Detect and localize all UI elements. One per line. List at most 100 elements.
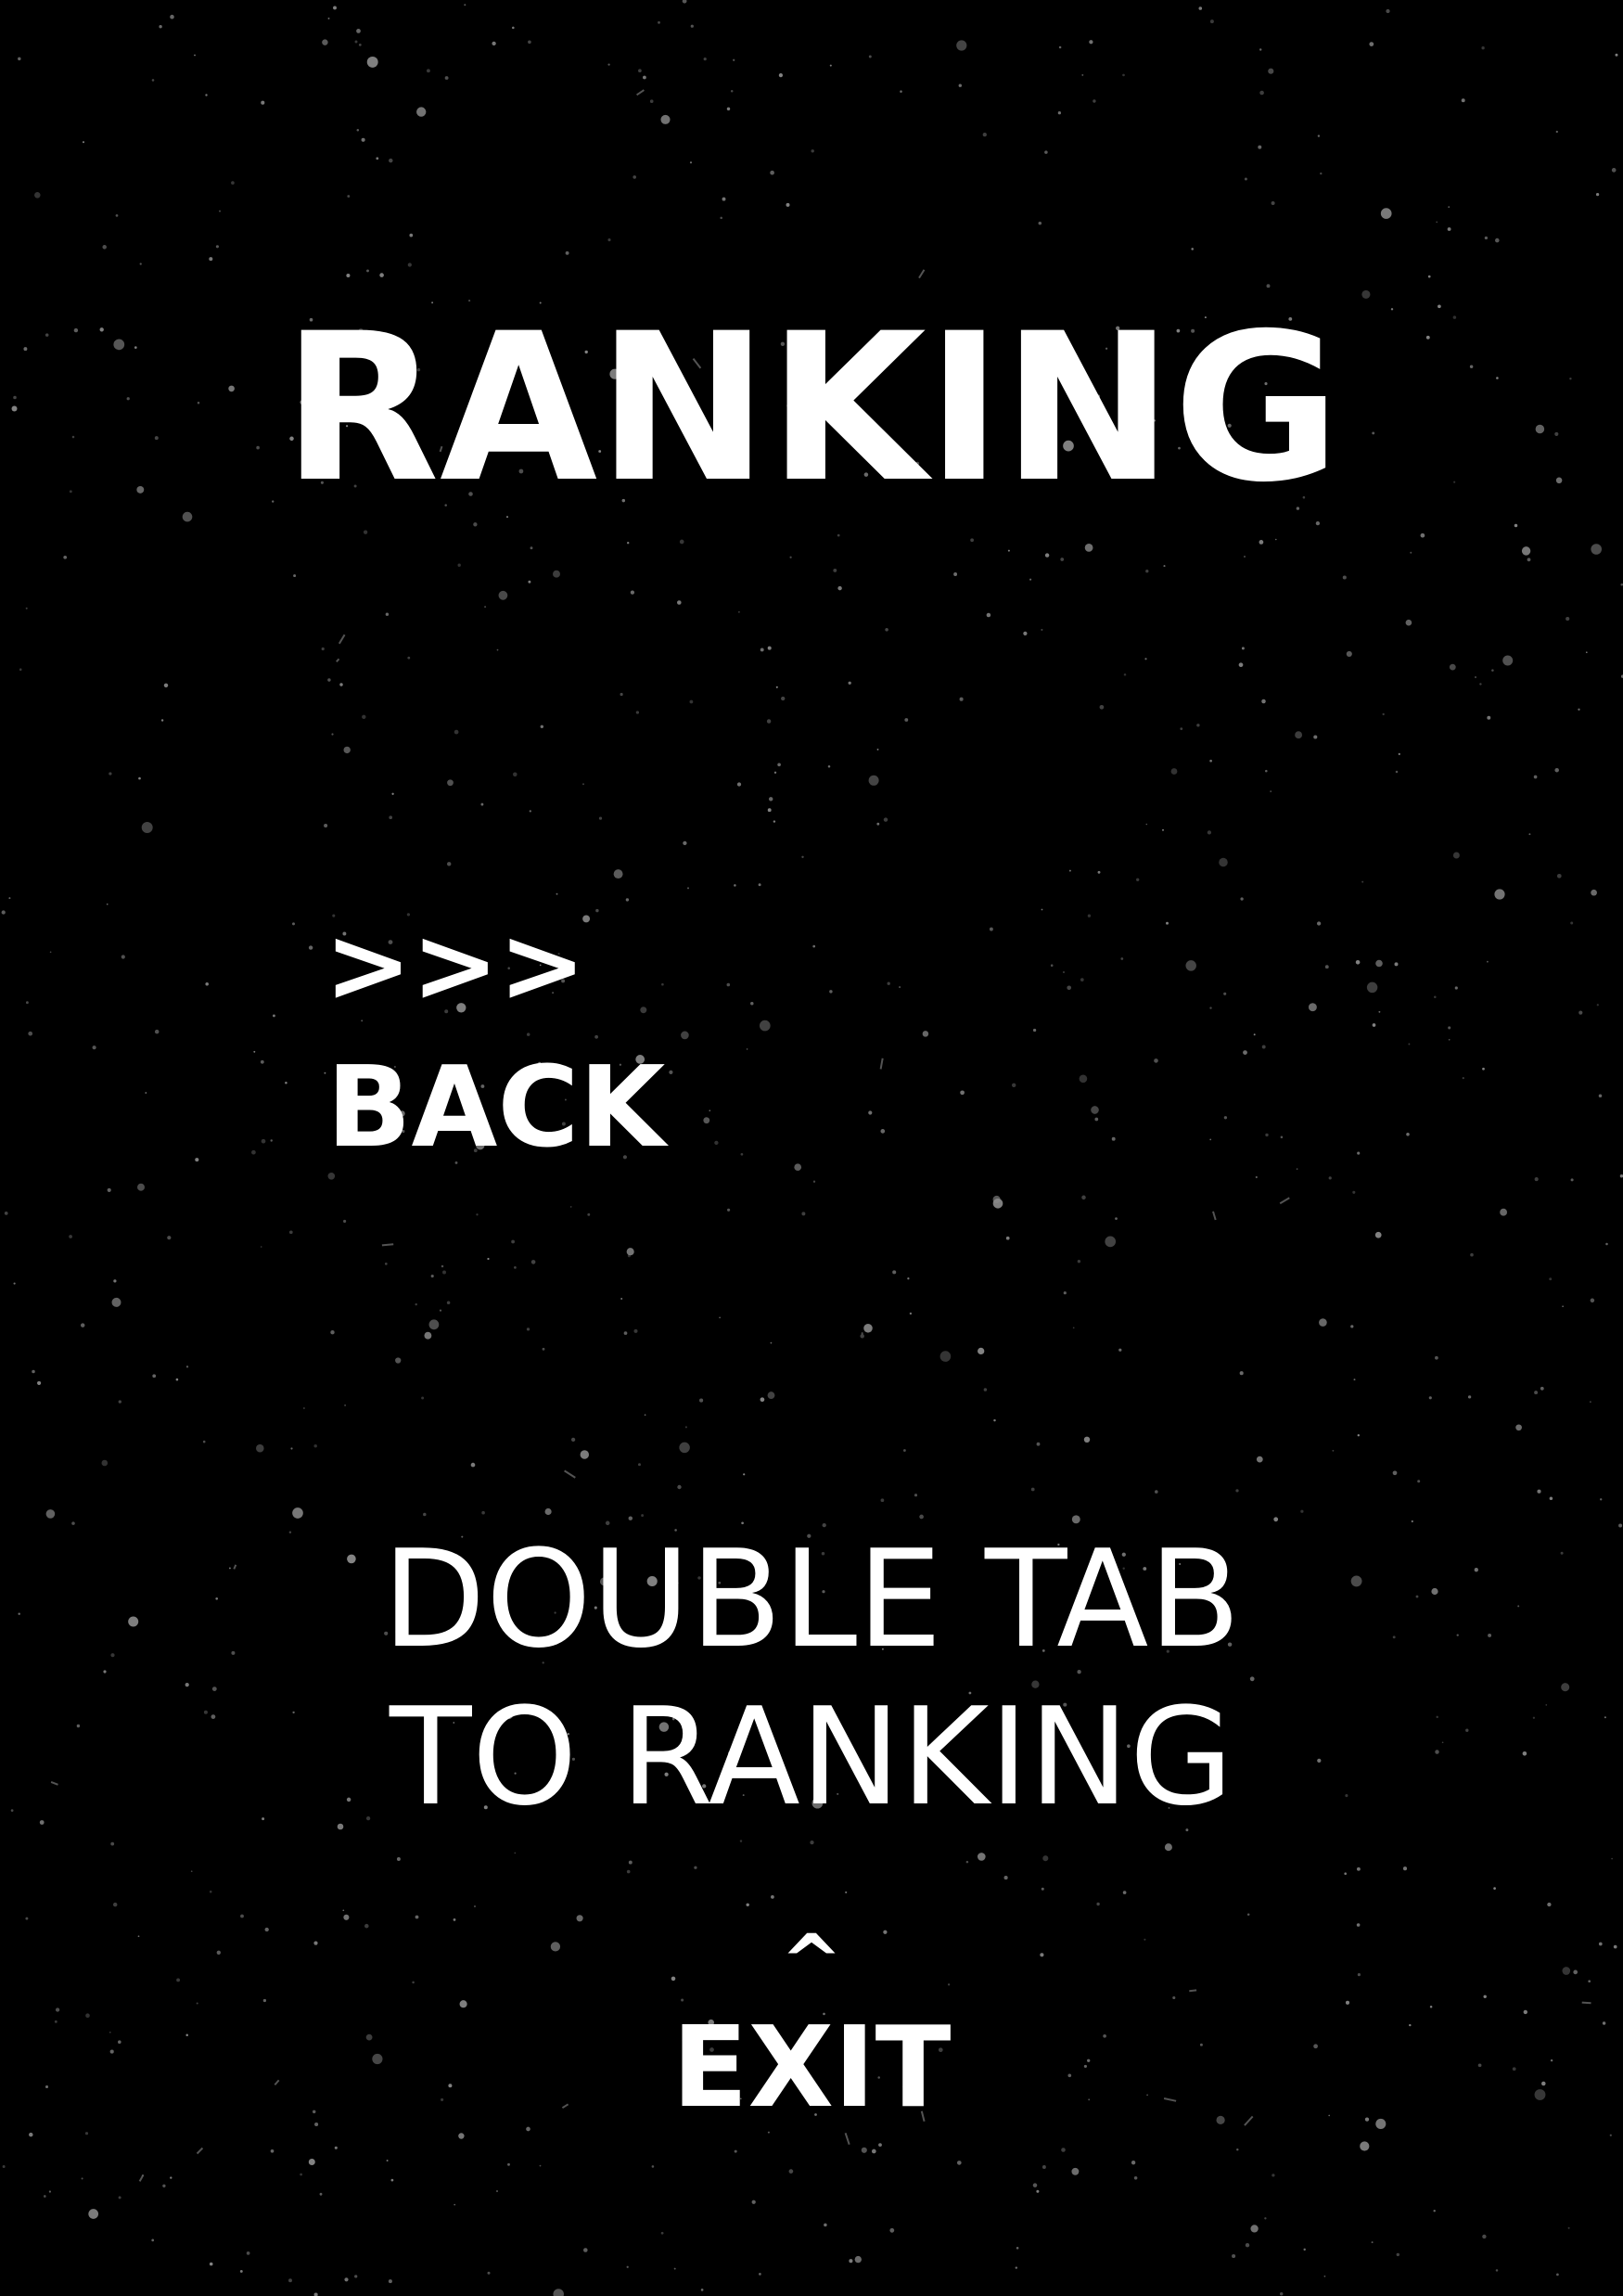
star bbox=[587, 1212, 591, 1216]
star bbox=[1111, 1136, 1116, 1141]
star bbox=[1562, 1305, 1564, 1307]
star bbox=[1300, 1509, 1304, 1513]
star bbox=[1259, 90, 1264, 96]
star bbox=[595, 908, 599, 913]
star bbox=[1600, 1498, 1603, 1501]
star bbox=[141, 822, 153, 833]
star bbox=[1540, 1386, 1544, 1391]
exit-caret-icon[interactable]: ^ bbox=[0, 1925, 1623, 1999]
star bbox=[1063, 1291, 1067, 1295]
star bbox=[703, 58, 707, 61]
ranking-hint-line-1: DOUBLE TAB bbox=[382, 1521, 1241, 1678]
star bbox=[330, 1330, 335, 1335]
star bbox=[1448, 206, 1450, 208]
star bbox=[889, 2227, 895, 2233]
back-arrows-icon[interactable]: >>> bbox=[325, 914, 586, 1018]
star bbox=[101, 1459, 109, 1467]
star bbox=[887, 981, 890, 985]
star bbox=[1030, 1487, 1035, 1492]
star bbox=[1481, 46, 1485, 50]
star bbox=[922, 1031, 929, 1037]
star bbox=[18, 57, 21, 61]
ranking-hint[interactable]: DOUBLE TAB TO RANKING bbox=[0, 1521, 1623, 1837]
star bbox=[209, 257, 213, 262]
star bbox=[43, 2195, 46, 2198]
star bbox=[689, 699, 694, 704]
star bbox=[1313, 735, 1318, 739]
star bbox=[346, 273, 351, 278]
star bbox=[1118, 1348, 1122, 1352]
game-screen[interactable]: RANKING >>> BACK DOUBLE TAB TO RANKING ^… bbox=[0, 0, 1623, 2296]
star bbox=[1402, 1866, 1408, 1871]
star bbox=[885, 628, 888, 632]
star bbox=[1123, 673, 1127, 676]
star bbox=[28, 1031, 33, 1036]
star bbox=[26, 1001, 29, 1005]
star bbox=[1554, 767, 1559, 773]
star bbox=[770, 1341, 773, 1344]
star bbox=[1494, 889, 1505, 900]
star bbox=[444, 76, 449, 80]
star bbox=[1032, 2183, 1038, 2187]
star bbox=[339, 683, 343, 686]
star bbox=[1361, 289, 1371, 299]
star bbox=[1266, 284, 1271, 289]
star bbox=[1493, 1887, 1496, 1890]
star bbox=[860, 1334, 864, 1339]
star bbox=[290, 1447, 293, 1450]
star bbox=[767, 808, 772, 813]
star bbox=[82, 141, 85, 144]
star bbox=[1023, 631, 1028, 636]
star bbox=[112, 1902, 118, 1907]
star-streak bbox=[918, 269, 926, 279]
star bbox=[496, 2190, 498, 2192]
star bbox=[1067, 985, 1072, 991]
star bbox=[540, 725, 544, 729]
star bbox=[1316, 921, 1322, 926]
star bbox=[1265, 769, 1268, 773]
star bbox=[1105, 1236, 1117, 1248]
star bbox=[1514, 523, 1518, 528]
star bbox=[423, 1512, 427, 1517]
star bbox=[513, 772, 518, 777]
star bbox=[1240, 897, 1244, 901]
star bbox=[498, 590, 508, 600]
star bbox=[395, 1357, 402, 1364]
star bbox=[92, 1045, 96, 1050]
exit-button[interactable]: EXIT bbox=[0, 2013, 1623, 2124]
star bbox=[771, 1895, 774, 1899]
star bbox=[539, 2164, 542, 2167]
star bbox=[871, 2148, 876, 2154]
star bbox=[638, 1463, 641, 1467]
star bbox=[1567, 2226, 1570, 2229]
star bbox=[205, 982, 209, 986]
star bbox=[385, 612, 390, 616]
star bbox=[694, 1866, 697, 1869]
star bbox=[231, 181, 235, 185]
star bbox=[327, 1172, 336, 1180]
star bbox=[669, 1070, 673, 1074]
star bbox=[1491, 669, 1494, 672]
star bbox=[145, 1092, 147, 1094]
star bbox=[293, 574, 297, 578]
star bbox=[1534, 1177, 1539, 1182]
star bbox=[1036, 2189, 1040, 2193]
star bbox=[1245, 2243, 1250, 2248]
star bbox=[1058, 45, 1062, 49]
star bbox=[607, 238, 611, 242]
star bbox=[1495, 2269, 1499, 2272]
star bbox=[959, 697, 964, 701]
star bbox=[982, 132, 987, 137]
star bbox=[170, 2176, 173, 2179]
star bbox=[861, 2147, 867, 2153]
star bbox=[454, 2203, 456, 2206]
star bbox=[719, 1316, 721, 1319]
star bbox=[1345, 2000, 1350, 2005]
star bbox=[32, 1369, 35, 1374]
star bbox=[25, 607, 28, 609]
star bbox=[1209, 759, 1212, 763]
star bbox=[760, 1397, 765, 1403]
back-button[interactable]: BACK bbox=[326, 1053, 665, 1164]
star bbox=[118, 1400, 121, 1404]
star bbox=[1479, 683, 1482, 686]
